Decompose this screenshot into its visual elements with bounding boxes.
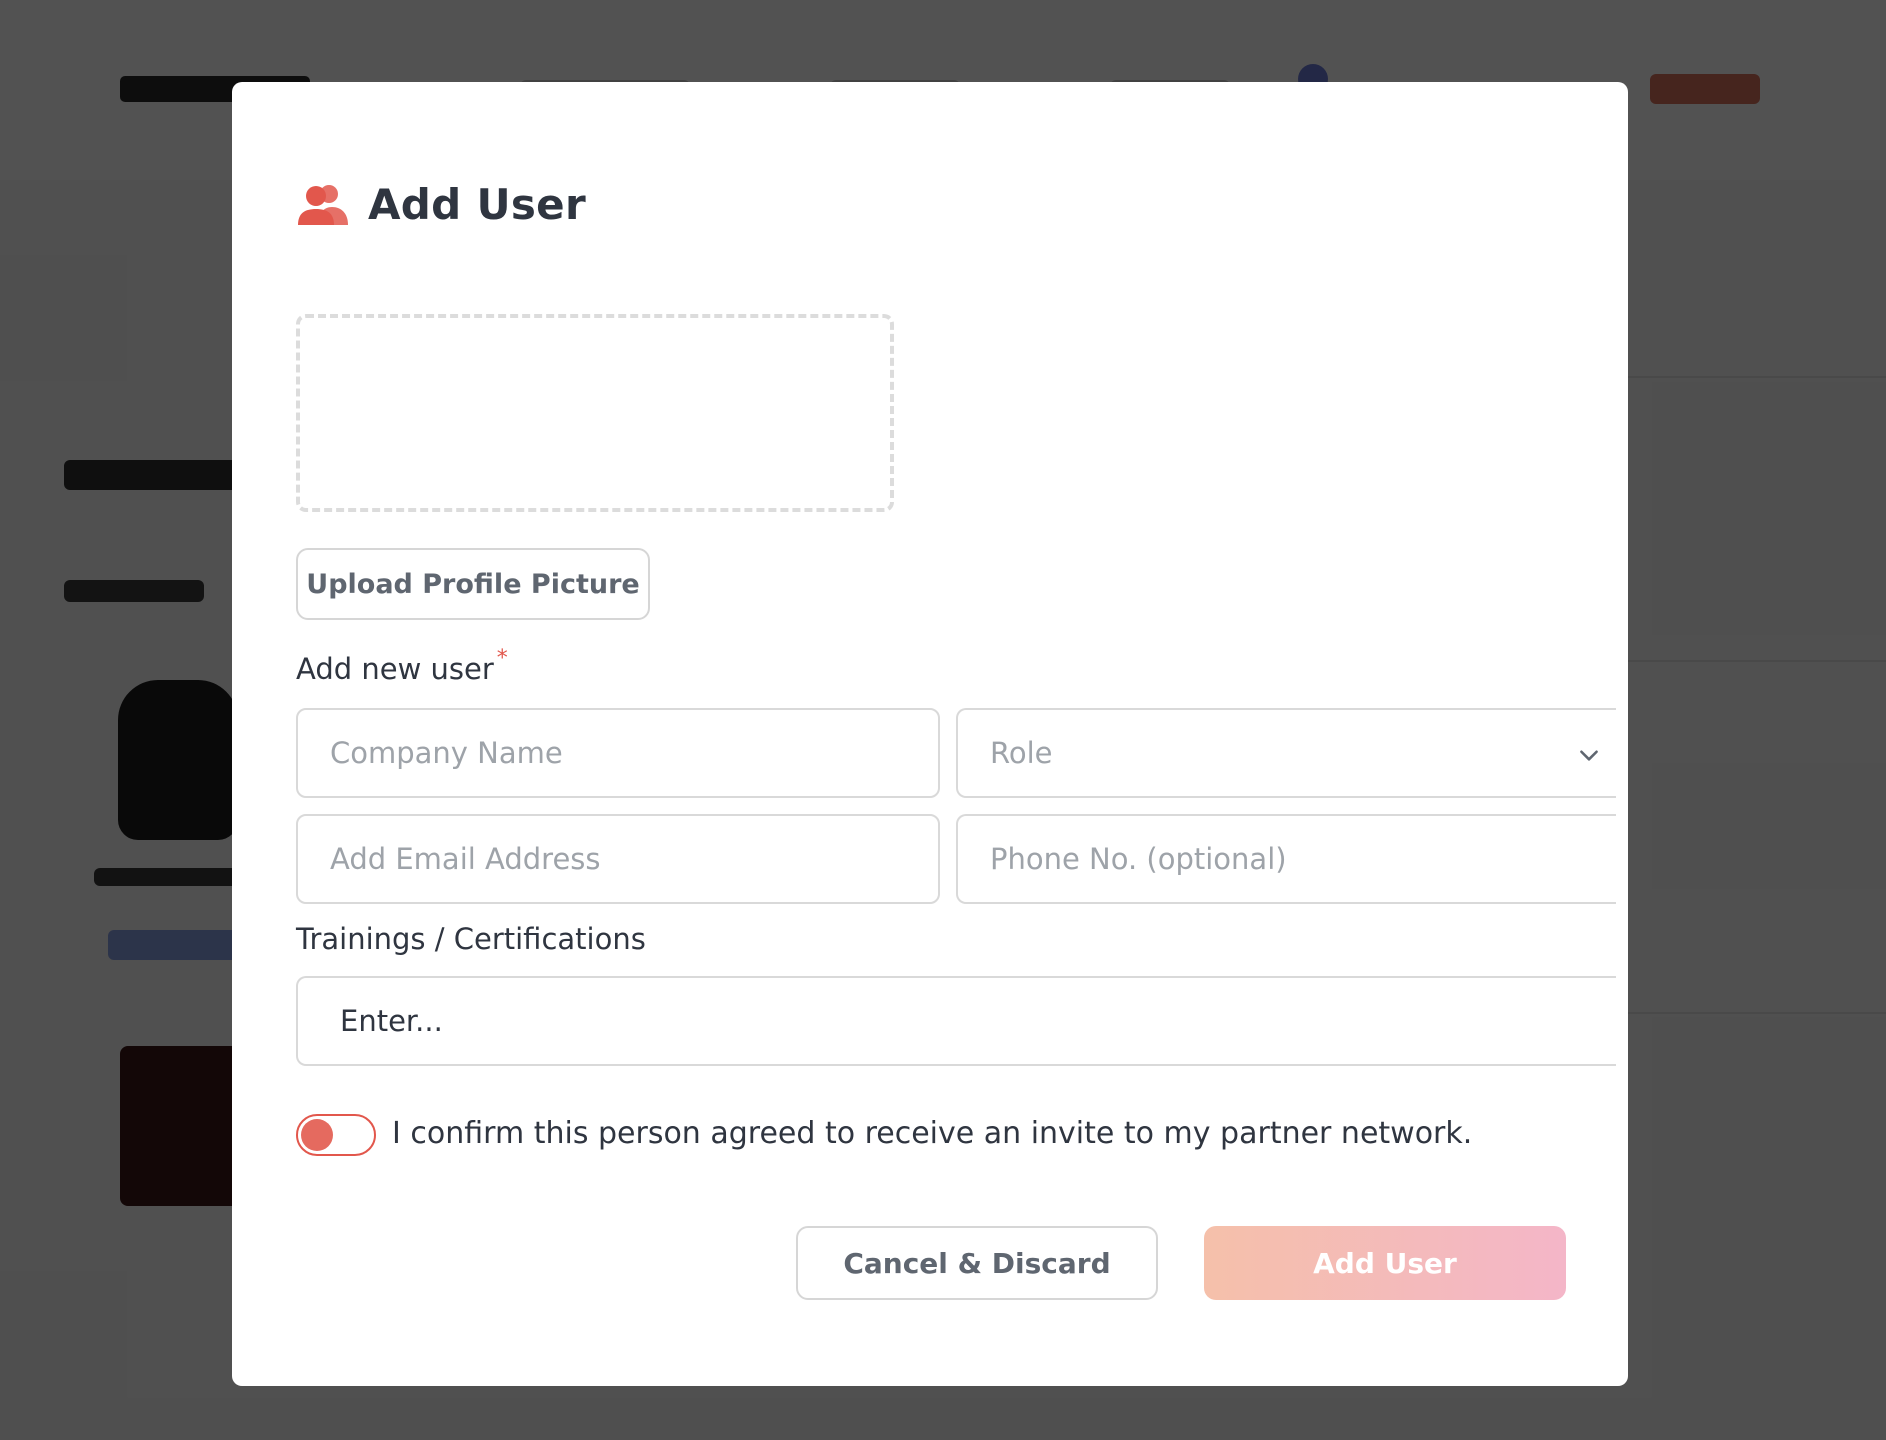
add-user-button[interactable]: Add User (1204, 1226, 1566, 1300)
role-select-value: Role (990, 736, 1053, 770)
email-input[interactable] (330, 842, 938, 876)
phone-field[interactable] (956, 814, 1616, 904)
add-user-modal: Add User Upload Profile Picture Add new … (232, 82, 1628, 1386)
profile-picture-dropzone[interactable] (296, 314, 894, 512)
chevron-down-icon (1580, 750, 1598, 761)
phone-input[interactable] (990, 842, 1616, 876)
trainings-field[interactable] (296, 976, 1616, 1066)
email-field[interactable] (296, 814, 940, 904)
role-select[interactable]: Role (956, 708, 1616, 798)
users-icon (298, 184, 348, 225)
add-new-user-label-text: Add new user (296, 652, 494, 686)
company-name-field[interactable] (296, 708, 940, 798)
consent-toggle-knob (301, 1119, 333, 1151)
cancel-discard-button[interactable]: Cancel & Discard (796, 1226, 1158, 1300)
trainings-label: Trainings / Certifications (296, 922, 646, 956)
upload-profile-picture-button[interactable]: Upload Profile Picture (296, 548, 650, 620)
trainings-input[interactable] (340, 1004, 1616, 1038)
company-name-input[interactable] (330, 736, 938, 770)
modal-title: Add User (368, 180, 586, 229)
add-new-user-label: Add new user * (296, 646, 508, 686)
modal-header: Add User (296, 180, 586, 229)
required-marker: * (496, 646, 508, 671)
consent-toggle[interactable] (296, 1114, 376, 1156)
consent-text: I confirm this person agreed to receive … (392, 1116, 1473, 1151)
